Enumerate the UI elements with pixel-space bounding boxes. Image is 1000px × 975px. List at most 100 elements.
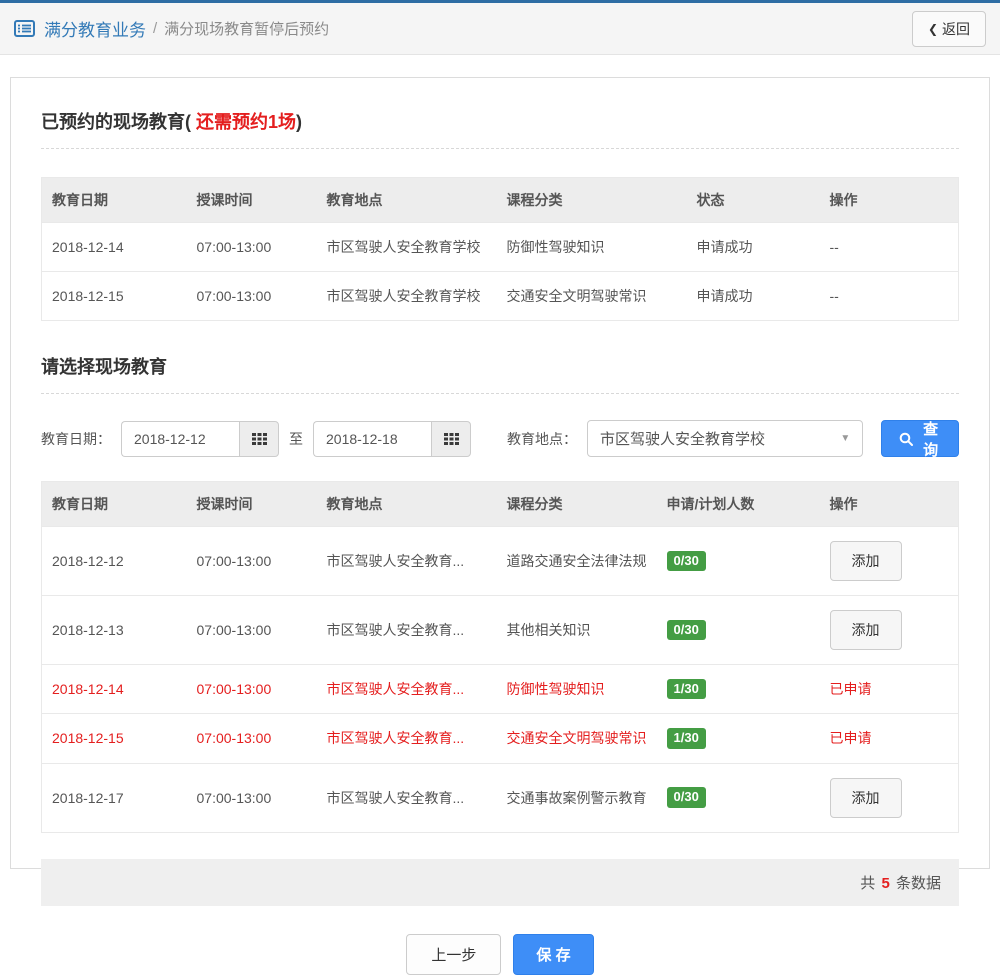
booked-section-title: 已预约的现场教育( 还需预约1场)	[41, 102, 959, 149]
booked-table-header-row: 教育日期 授课时间 教育地点 课程分类 状态 操作	[41, 177, 959, 223]
booked-table-row: 2018-12-14 07:00-13:00 市区驾驶人安全教育学校 防御性驾驶…	[41, 222, 959, 272]
breadcrumb: 满分教育业务 / 满分现场教育暂停后预约	[14, 16, 329, 41]
cell-edu-place: 市区驾驶人安全教育...	[316, 713, 497, 764]
cell-action: 添加	[819, 595, 959, 665]
add-button[interactable]: 添加	[829, 610, 902, 650]
col-action: 操作	[819, 177, 959, 223]
cell-edu-date: 2018-12-12	[41, 526, 187, 596]
cell-edu-place: 市区驾驶人安全教育...	[316, 526, 497, 596]
available-table-row: 2018-12-17 07:00-13:00 市区驾驶人安全教育... 交通事故…	[41, 762, 959, 833]
booked-title-prefix: 已预约的现场教育(	[41, 112, 191, 132]
count-badge: 1/30	[666, 728, 706, 749]
cell-class-time: 07:00-13:00	[186, 595, 317, 665]
cell-applied-planned: 0/30	[656, 595, 820, 665]
col-applied-planned: 申请/计划人数	[656, 481, 820, 527]
add-button[interactable]: 添加	[829, 777, 902, 818]
cell-class-time: 07:00-13:00	[186, 762, 317, 833]
applied-status-text: 已申请	[829, 730, 872, 747]
cell-action: --	[819, 222, 959, 272]
cell-edu-date: 2018-12-14	[41, 222, 187, 272]
col-edu-date: 教育日期	[41, 177, 187, 223]
cell-edu-place: 市区驾驶人安全教育...	[316, 595, 497, 665]
topbar: 满分教育业务 / 满分现场教育暂停后预约 ❮ 返回	[0, 0, 1000, 55]
cell-action: 已申请	[819, 663, 959, 714]
cell-action: 添加	[819, 526, 959, 596]
date-filter-label: 教育日期：	[41, 430, 111, 447]
list-icon	[14, 20, 35, 37]
breadcrumb-root-link[interactable]: 满分教育业务	[44, 16, 146, 41]
count-badge: 0/30	[666, 550, 706, 572]
cell-class-time: 07:00-13:00	[186, 222, 317, 272]
search-icon	[899, 432, 914, 446]
cell-edu-date: 2018-12-15	[41, 271, 187, 321]
booked-table-row: 2018-12-15 07:00-13:00 市区驾驶人安全教育学校 交通安全文…	[41, 271, 959, 321]
cell-edu-date: 2018-12-14	[41, 663, 187, 714]
col-course-type: 课程分类	[496, 177, 687, 223]
cell-course-type: 交通安全文明驾驶常识	[496, 271, 687, 321]
col-status: 状态	[686, 177, 820, 223]
available-table-row: 2018-12-14 07:00-13:00 市区驾驶人安全教育... 防御性驾…	[41, 663, 959, 714]
cell-edu-place: 市区驾驶人安全教育...	[316, 663, 497, 714]
save-button[interactable]: 保 存	[513, 933, 594, 975]
main-card: 已预约的现场教育( 还需预约1场) 教育日期 授课时间 教育地点 课程分类 状态…	[10, 77, 990, 975]
chevron-left-icon: ❮	[927, 21, 938, 36]
place-filter-label: 教育地点：	[507, 430, 577, 447]
date-to-group	[313, 420, 471, 457]
cell-class-time: 07:00-13:00	[186, 713, 317, 764]
date-from-input[interactable]	[121, 420, 239, 457]
cell-course-type: 道路交通安全法律法规	[496, 526, 657, 596]
add-button[interactable]: 添加	[829, 541, 902, 581]
available-table-header-row: 教育日期 授课时间 教育地点 课程分类 申请/计划人数 操作	[41, 481, 959, 527]
col-class-time: 授课时间	[186, 177, 317, 223]
search-button[interactable]: 查询	[881, 420, 959, 459]
breadcrumb-current: 满分现场教育暂停后预约	[164, 21, 330, 38]
col-edu-date: 教育日期	[41, 481, 187, 527]
available-table-row: 2018-12-12 07:00-13:00 市区驾驶人安全教育... 道路交通…	[41, 526, 959, 596]
count-badge: 0/30	[666, 787, 706, 808]
cell-course-type: 防御性驾驶知识	[496, 663, 657, 714]
count-badge: 1/30	[666, 679, 706, 700]
cell-course-type: 其他相关知识	[496, 595, 657, 665]
cell-action: --	[819, 271, 959, 321]
date-from-group	[121, 420, 279, 457]
col-action: 操作	[819, 481, 959, 527]
cell-class-time: 07:00-13:00	[186, 271, 317, 321]
cell-class-time: 07:00-13:00	[186, 663, 317, 714]
cell-edu-date: 2018-12-15	[41, 713, 187, 764]
cell-applied-planned: 1/30	[656, 663, 820, 714]
prev-step-button[interactable]: 上一步	[406, 933, 502, 975]
available-table-row: 2018-12-13 07:00-13:00 市区驾驶人安全教育... 其他相关…	[41, 595, 959, 665]
cell-course-type: 交通事故案例警示教育	[496, 762, 657, 833]
breadcrumb-separator: /	[153, 20, 158, 37]
date-range-separator: 至	[289, 430, 303, 447]
cell-edu-place: 市区驾驶人安全教育学校	[316, 271, 497, 321]
cell-edu-place: 市区驾驶人安全教育学校	[316, 222, 497, 272]
available-table: 教育日期 授课时间 教育地点 课程分类 申请/计划人数 操作 2018-12-1…	[41, 481, 959, 833]
back-button[interactable]: ❮ 返回	[911, 10, 986, 47]
cell-edu-place: 市区驾驶人安全教育...	[316, 762, 497, 833]
col-edu-place: 教育地点	[316, 177, 497, 223]
date-to-input[interactable]	[313, 420, 431, 457]
back-button-label: 返回	[942, 20, 970, 37]
count-badge: 0/30	[666, 619, 706, 641]
col-course-type: 课程分类	[496, 481, 657, 527]
available-table-row: 2018-12-15 07:00-13:00 市区驾驶人安全教育... 交通安全…	[41, 713, 959, 764]
filter-bar: 教育日期： 至	[41, 420, 959, 459]
table-footer: 共 5 条数据	[41, 858, 959, 906]
cell-class-time: 07:00-13:00	[186, 526, 317, 596]
col-class-time: 授课时间	[186, 481, 317, 527]
select-section-title: 请选择现场教育	[41, 347, 959, 394]
bottom-actions: 上一步 保 存	[41, 933, 959, 975]
calendar-icon[interactable]	[431, 420, 471, 457]
cell-edu-date: 2018-12-17	[41, 762, 187, 833]
cell-applied-planned: 1/30	[656, 713, 820, 764]
cell-course-type: 交通安全文明驾驶常识	[496, 713, 657, 764]
place-select[interactable]: 市区驾驶人安全教育学校 ▼	[587, 420, 864, 457]
calendar-icon[interactable]	[239, 420, 279, 457]
cell-status: 申请成功	[686, 271, 820, 321]
total-prefix: 共	[860, 874, 876, 892]
booked-title-highlight: 还需预约1场	[191, 112, 297, 132]
search-button-label: 查询	[923, 420, 939, 459]
cell-applied-planned: 0/30	[656, 526, 820, 596]
booked-title-suffix: )	[296, 112, 303, 132]
